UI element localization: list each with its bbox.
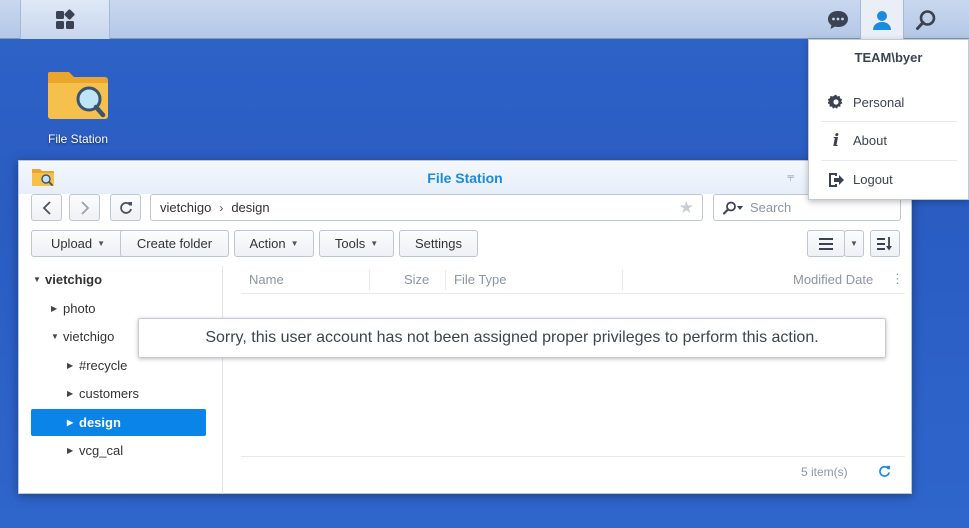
settings-label: Settings (415, 236, 462, 251)
desktop-icon-file-station[interactable]: File Station (32, 66, 124, 146)
refresh-button[interactable] (110, 194, 141, 221)
list-icon (819, 237, 833, 250)
forward-button[interactable] (69, 194, 100, 221)
search-input[interactable] (750, 200, 890, 215)
tree-item-label: photo (63, 301, 96, 316)
search-button[interactable] (904, 0, 948, 39)
caret-right-icon: ▶ (51, 304, 58, 313)
toast-message: Sorry, this user account has not been as… (205, 329, 819, 346)
tree-item[interactable]: ▶ customers (67, 380, 207, 407)
upload-button[interactable]: Upload ▼ (31, 230, 125, 257)
create-folder-button[interactable]: Create folder (120, 230, 229, 257)
tree-item-label: customers (79, 386, 139, 401)
column-divider (445, 270, 446, 290)
column-header-name[interactable]: Name (249, 272, 284, 287)
notifications-button[interactable] (816, 0, 860, 39)
file-grid-footer: 5 item(s) (241, 456, 905, 486)
folder-tree: ▼ vietchigo ▶ photo ▼ vietchigo ▶ #recycle ▶… (19, 266, 223, 494)
gear-icon (828, 94, 843, 109)
refresh-icon[interactable] (878, 465, 891, 478)
item-count: 5 item(s) (801, 465, 848, 479)
create-folder-label: Create folder (136, 236, 213, 251)
action-button[interactable]: Action ▼ (234, 230, 314, 257)
user-icon (873, 10, 891, 30)
menu-item-label: Personal (853, 94, 905, 110)
settings-button[interactable]: Settings (399, 230, 478, 257)
sort-button[interactable] (870, 230, 900, 257)
user-button[interactable] (860, 0, 904, 39)
menu-item-label: About (853, 133, 887, 148)
tree-item-label: vietchigo (63, 329, 115, 344)
chat-bubble-icon (828, 10, 848, 29)
menu-item-about[interactable]: i About (821, 121, 957, 159)
upload-label: Upload (50, 236, 93, 251)
tools-button[interactable]: Tools ▼ (319, 230, 394, 257)
file-grid-header: Name Size File Type Modified Date ⋮ (241, 266, 905, 294)
pin-icon[interactable]: ⫧ (787, 169, 794, 185)
tree-item-label: #recycle (79, 358, 128, 373)
column-divider (622, 270, 623, 290)
caret-right-icon: ▶ (67, 418, 74, 427)
chevron-right-icon (80, 200, 89, 215)
caret-down-icon: ▼ (97, 239, 106, 248)
caret-right-icon: ▶ (67, 389, 74, 398)
search-icon (916, 9, 936, 30)
logout-icon (828, 172, 844, 187)
path-bar[interactable]: vietchigo › design ★ (150, 194, 703, 221)
window-header[interactable]: File Station ⫧ (19, 161, 911, 194)
tree-item-label: vietchigo (45, 272, 103, 287)
tools-label: Tools (334, 236, 366, 251)
caret-right-icon: ▶ (67, 361, 74, 370)
folder-search-icon (47, 72, 108, 119)
path-separator-icon: › (219, 200, 224, 215)
caret-right-icon: ▶ (67, 446, 74, 455)
column-header-file-type[interactable]: File Type (454, 272, 507, 287)
caret-down-icon: ▼ (850, 239, 858, 248)
column-header-size[interactable]: Size (404, 272, 429, 287)
tree-item-label: design (79, 415, 121, 430)
back-button[interactable] (31, 194, 62, 221)
column-menu-icon[interactable]: ⋮ (891, 271, 904, 287)
user-menu: TEAM\byer Personal i About Logout (808, 39, 969, 200)
column-divider (369, 270, 370, 290)
taskbar (0, 0, 969, 39)
desktop-icon-label: File Station (47, 132, 109, 146)
column-header-modified-date[interactable]: Modified Date (793, 272, 873, 287)
tree-item-selected[interactable]: ▶ design (31, 409, 206, 436)
caret-down-icon: ▼ (290, 239, 299, 248)
tree-item[interactable]: ▶ vcg_cal (67, 437, 207, 464)
path-segment[interactable]: design (231, 200, 269, 215)
chevron-left-icon (42, 200, 51, 215)
tree-item-label: vcg_cal (79, 443, 124, 458)
window-title: File Station (427, 170, 503, 186)
main-menu-button[interactable] (20, 0, 110, 39)
menu-item-logout[interactable]: Logout (821, 160, 957, 198)
menu-item-personal[interactable]: Personal (821, 83, 957, 121)
username: TEAM\byer (854, 50, 923, 65)
caret-down-icon: ▼ (33, 275, 41, 284)
action-label: Action (249, 236, 286, 251)
menu-item-label: Logout (853, 172, 893, 187)
caret-down-icon: ▼ (51, 332, 59, 341)
tree-root[interactable]: ▼ vietchigo (33, 266, 213, 293)
view-options-button[interactable]: ▼ (844, 230, 864, 257)
view-list-button[interactable] (807, 230, 845, 257)
path-segment[interactable]: vietchigo (160, 200, 211, 215)
star-icon[interactable]: ★ (679, 198, 694, 218)
refresh-icon (119, 201, 132, 214)
search-icon (723, 201, 743, 214)
sort-icon (877, 236, 892, 250)
error-toast: Sorry, this user account has not been as… (138, 318, 886, 358)
caret-down-icon: ▼ (370, 239, 379, 248)
info-icon: i (832, 130, 840, 151)
grid-icon (56, 8, 75, 29)
